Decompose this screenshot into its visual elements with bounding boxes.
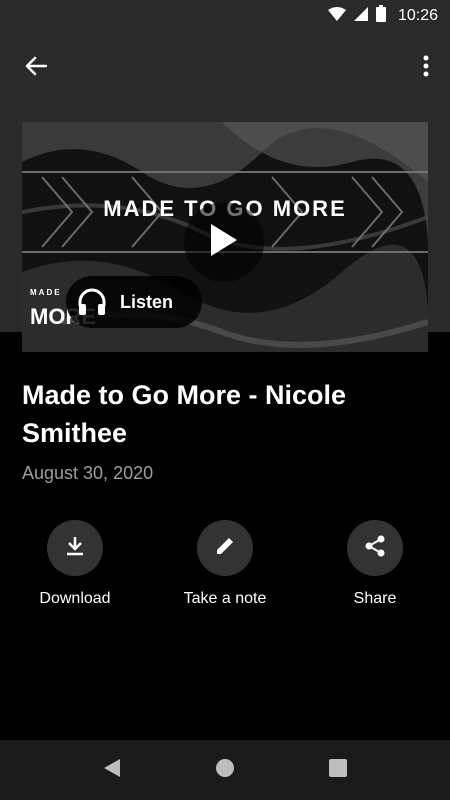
download-icon: [64, 535, 86, 562]
back-triangle-icon: [103, 758, 121, 783]
share-action[interactable]: Share: [305, 520, 445, 608]
episode-title: Made to Go More - Nicole Smithee: [22, 380, 347, 448]
listen-button[interactable]: Listen: [66, 276, 202, 328]
take-note-action[interactable]: Take a note: [155, 520, 295, 608]
episode-date: August 30, 2020: [22, 463, 154, 483]
more-vert-icon: [423, 55, 429, 82]
status-time: 10:26: [397, 7, 438, 24]
wifi-icon: [327, 6, 346, 26]
share-icon: [363, 534, 387, 563]
take-note-label: Take a note: [183, 590, 267, 607]
share-label: Share: [353, 590, 397, 607]
share-button[interactable]: [347, 520, 403, 576]
listen-label: Listen: [120, 291, 174, 312]
status-bar: 10:26: [0, 0, 450, 32]
battery-icon: [375, 5, 386, 27]
arrow-left-icon: [25, 56, 48, 81]
play-button[interactable]: [184, 202, 264, 282]
nav-recents-button[interactable]: [308, 740, 368, 800]
recents-square-icon: [329, 758, 347, 782]
signal-icon: [353, 6, 368, 26]
home-circle-icon: [215, 758, 235, 783]
overflow-menu-button[interactable]: [414, 50, 438, 86]
media-artwork[interactable]: MADE TO GO MORE MADE MORE Listen: [22, 122, 428, 352]
back-button[interactable]: [18, 50, 54, 86]
take-note-button[interactable]: [197, 520, 253, 576]
download-action[interactable]: Download: [5, 520, 145, 608]
play-icon: [209, 223, 239, 262]
download-button[interactable]: [47, 520, 103, 576]
pencil-icon: [214, 535, 236, 562]
nav-home-button[interactable]: [195, 740, 255, 800]
nav-back-button[interactable]: [82, 740, 142, 800]
headphones-icon: [76, 286, 108, 318]
download-label: Download: [39, 590, 111, 607]
status-icons: 10:26: [327, 0, 438, 32]
system-nav-bar: [0, 740, 450, 800]
